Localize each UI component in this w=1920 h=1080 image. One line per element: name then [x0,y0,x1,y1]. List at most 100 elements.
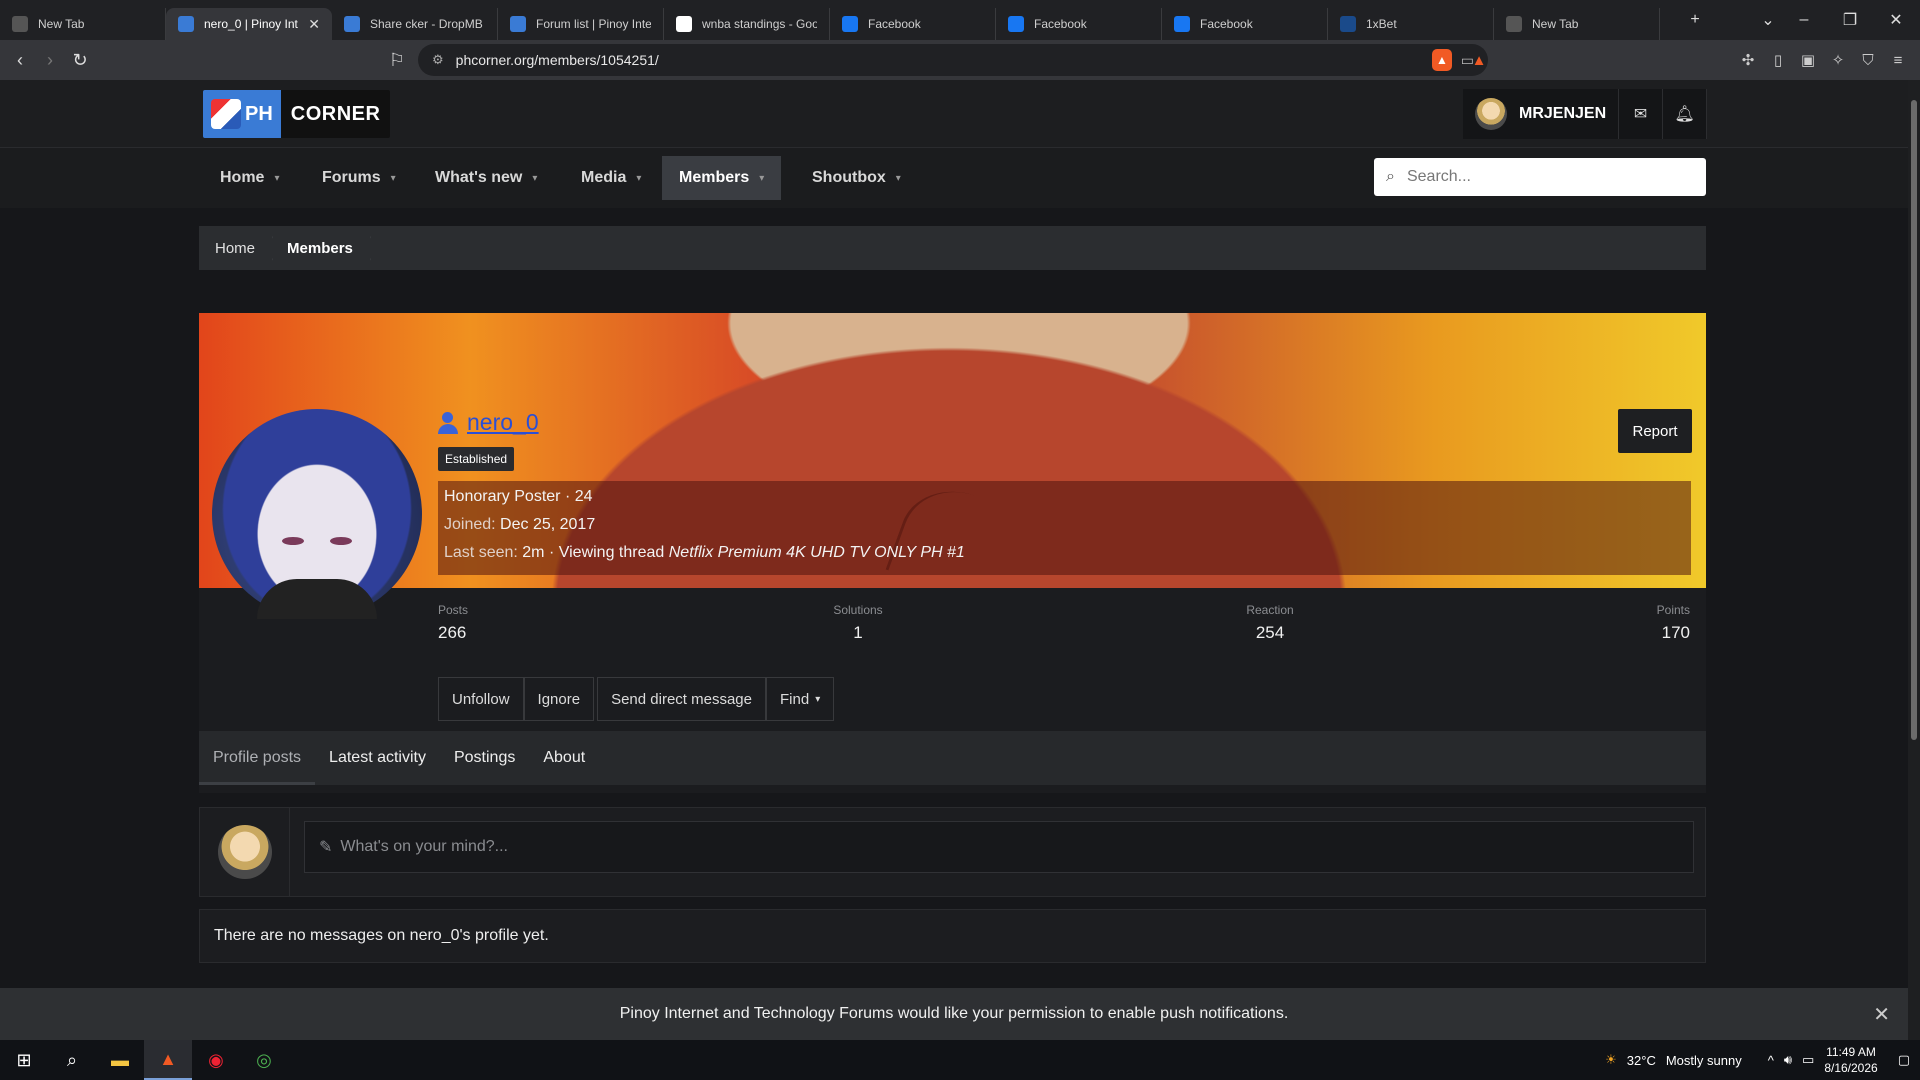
username: MRJENJEN [1519,105,1607,122]
close-window-button[interactable]: ✕ [1878,8,1914,32]
brave-rewards-icon[interactable]: ▲ [1466,47,1492,73]
stat-label: Posts [438,603,469,617]
last-seen-label: Last seen: [444,544,518,561]
nav-item-home[interactable]: Home ▾ [203,156,296,200]
profile-tabs: Profile posts Latest activity Postings A… [199,731,1706,785]
send-direct-message-button[interactable]: Send direct message [597,677,766,721]
network-icon[interactable]: ▭ [1802,1052,1814,1068]
viewing-thread-link[interactable]: Netflix Premium 4K UHD TV ONLY PH #1 [669,544,965,561]
account-button[interactable]: MRJENJEN [1463,89,1620,139]
site-logo[interactable]: PH CORNER [203,90,390,138]
breadcrumb-home[interactable]: Home [199,226,274,270]
stat-reaction[interactable]: Reaction 254 [1240,603,1300,643]
caret-down-icon[interactable]: ▾ [636,173,641,184]
avatar-art [282,537,304,545]
joined-date[interactable]: Dec 25, 2017 [500,516,595,533]
caret-down-icon[interactable]: ▾ [532,173,537,184]
search-input[interactable] [1406,168,1667,186]
forward-arrow-icon[interactable]: › [35,45,65,75]
browser-tab[interactable]: Facebook [996,8,1162,40]
leo-ai-icon[interactable]: ✧ [1825,47,1851,73]
address-bar[interactable]: ⚙ phcorner.org/members/1054251/ ⊕ ▭ [418,44,1488,76]
tab-about[interactable]: About [529,731,599,785]
browser-tab[interactable]: 1xBet [1328,8,1494,40]
wallet-icon[interactable]: ▣ [1795,47,1821,73]
stat-label: Points [1656,603,1690,617]
back-arrow-icon[interactable]: ‹ [5,45,35,75]
page-scrollbar[interactable] [1908,80,1920,1040]
volume-icon[interactable]: 🔊︎ [1784,1052,1792,1068]
nav-item-label: Shoutbox [812,169,886,186]
reload-icon[interactable]: ↻ [65,45,95,75]
weather-text[interactable]: Mostly sunny [1666,1053,1742,1068]
scrollbar-thumb[interactable] [1911,100,1917,740]
file-explorer-icon[interactable]: ▬ [96,1040,144,1080]
bell-icon[interactable]: 🔔︎ [1663,89,1707,139]
profile-avatar[interactable] [212,409,422,619]
stat-posts[interactable]: Posts 266 [438,603,468,643]
extensions-icon[interactable]: ✣ [1735,47,1761,73]
composer-input[interactable]: ✎ What's on your mind?... [304,821,1694,873]
brave-browser-icon[interactable]: ▲ [144,1040,192,1080]
nav-item-forums[interactable]: Forums ▾ [305,156,413,200]
nav-item-members[interactable]: Members ▾ [662,156,782,200]
caret-down-icon[interactable]: ▾ [391,173,396,184]
caret-down-icon[interactable]: ▾ [896,173,901,184]
browser-tab[interactable]: Share cker - DropMB [332,8,498,40]
browser-tab[interactable]: Facebook [1162,8,1328,40]
clock[interactable]: 11:49 AM 8/16/2026 [1824,1044,1877,1076]
search-icon[interactable]: ⌕ [48,1040,96,1080]
brave-shields-icon[interactable]: ▲ [1432,49,1452,71]
browser-tab[interactable]: Facebook [830,8,996,40]
ignore-button[interactable]: Ignore [523,677,595,721]
tab-latest-activity[interactable]: Latest activity [315,731,440,785]
composer-placeholder: What's on your mind?... [340,838,508,855]
search-box[interactable]: ⌕ [1374,158,1706,196]
weather-temp[interactable]: 32°C [1627,1053,1656,1068]
unfollow-button[interactable]: Unfollow [438,677,524,721]
minimize-button[interactable]: – [1786,8,1822,32]
chrome-icon[interactable]: ◎ [240,1040,288,1080]
windows-start-icon[interactable]: ⊞ [0,1040,48,1080]
report-button[interactable]: Report [1618,409,1692,453]
tab-label: Forum list | Pinoy Inte [536,17,651,31]
browser-tab[interactable]: Forum list | Pinoy Inte [498,8,664,40]
composer-avatar[interactable] [200,808,290,896]
breadcrumb-members[interactable]: Members [271,226,371,270]
caret-down-icon[interactable]: ▾ [274,173,279,184]
browser-tab[interactable]: nero_0 | Pinoy Inte ✕ [166,8,332,40]
profile-username[interactable]: nero_0 [467,409,539,436]
nav-item-what-s-new[interactable]: What's new ▾ [418,156,554,200]
stat-points[interactable]: Points 170 [1657,603,1690,643]
nav-item-shoutbox[interactable]: Shoutbox ▾ [795,156,918,200]
tab-label: 1xBet [1366,17,1397,31]
weather-icon[interactable]: ☀ [1605,1052,1617,1068]
app-red-icon[interactable]: ◉ [192,1040,240,1080]
notifications-icon[interactable]: ▢ [1898,1052,1910,1068]
chevron-up-icon[interactable]: ^ [1768,1053,1774,1068]
browser-tab[interactable]: New Tab [1494,8,1660,40]
bookmark-icon[interactable]: ⚐ [382,45,412,75]
browser-tab-strip: New Tab nero_0 | Pinoy Inte ✕ Share cker - … [0,0,1920,40]
vpn-icon[interactable]: ⛉ [1855,47,1881,73]
sidebar-icon[interactable]: ▯ [1765,47,1791,73]
stat-solutions[interactable]: Solutions 1 [828,603,888,643]
tab-search-icon[interactable]: ⌄ [1750,8,1786,32]
restore-button[interactable]: ❐ [1832,8,1868,32]
find-dropdown-button[interactable]: Find ▾ [766,677,835,721]
browser-tab[interactable]: wnba standings - Goo [664,8,830,40]
push-notification-text: Pinoy Internet and Technology Forums wou… [619,1005,1289,1022]
tab-profile-posts[interactable]: Profile posts [199,731,316,785]
tab-label: New Tab [38,17,85,31]
caret-down-icon[interactable]: ▾ [759,173,764,184]
menu-icon[interactable]: ≡ [1885,47,1911,73]
browser-tab[interactable]: New Tab [0,8,166,40]
new-tab-button[interactable]: + [1677,8,1713,32]
profile-name: nero_0 [437,409,539,436]
inbox-icon[interactable]: ✉ [1619,89,1664,139]
nav-item-media[interactable]: Media ▾ [564,156,658,200]
close-icon[interactable]: ✕ [1873,1002,1890,1027]
site-info-icon[interactable]: ⚙ [432,52,444,68]
tab-postings[interactable]: Postings [440,731,529,785]
close-tab-icon[interactable]: ✕ [308,16,320,33]
